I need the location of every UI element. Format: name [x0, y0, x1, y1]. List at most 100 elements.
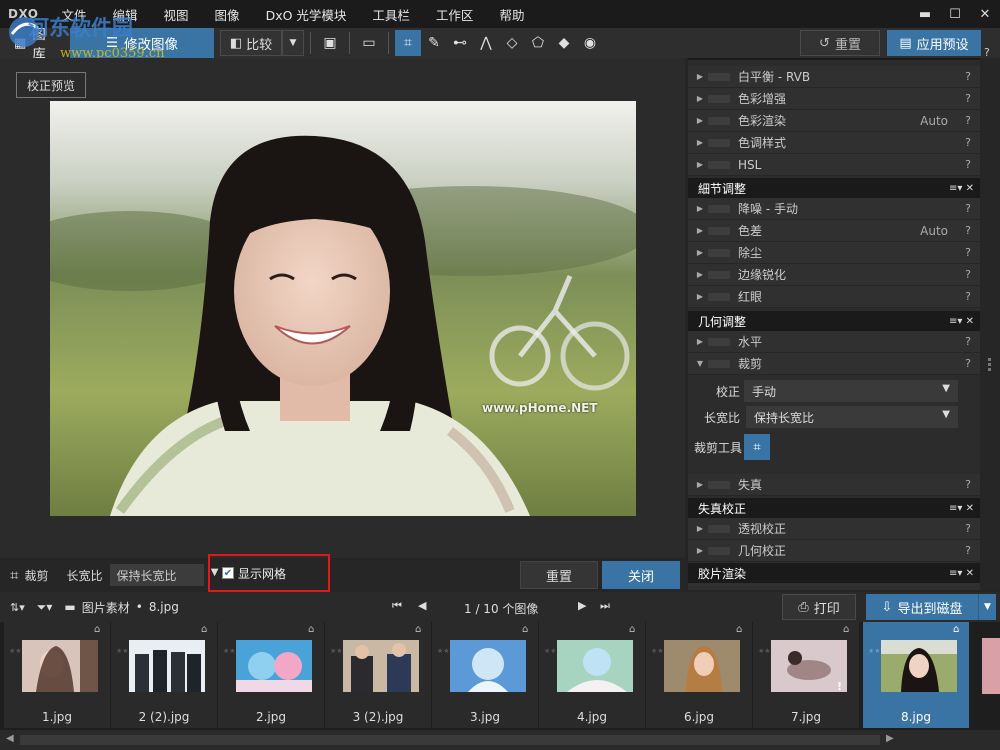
palette-row-crop[interactable]: ▼ 裁剪 ? [688, 353, 980, 375]
palette-row-vibrancy[interactable]: ▶ 色彩增强 ? [688, 88, 980, 110]
toggle-switch[interactable] [708, 270, 730, 279]
palette-row-noise[interactable]: ▶ 降噪 - 手动 ? [688, 198, 980, 220]
eyedropper-icon[interactable]: ✎ [421, 30, 447, 56]
section-menu-icon[interactable]: ≡▾ ✕ [949, 316, 980, 327]
palette-row-horizon[interactable]: ▶ 水平 ? [688, 331, 980, 353]
expand-icon[interactable]: ▶ [692, 72, 708, 81]
help-icon[interactable]: ? [960, 478, 976, 491]
rating-stars[interactable]: ★★★★★ [223, 646, 254, 656]
export-dropdown-button[interactable]: ▼ [978, 594, 996, 620]
palette-row-white-balance[interactable]: ▶ 白平衡 - RVB ? [688, 66, 980, 88]
correction-select[interactable]: 手动 ▼ [744, 380, 958, 402]
rating-stars[interactable]: ★★★★★ [9, 646, 40, 656]
section-detail-header[interactable]: 細节调整 ≡▾ ✕ [688, 178, 980, 198]
help-icon[interactable]: ? [960, 335, 976, 348]
expand-icon[interactable]: ▶ [692, 204, 708, 213]
compare-dropdown[interactable]: ▼ [282, 30, 304, 56]
correction-preview-button[interactable]: 校正预览 [16, 72, 86, 98]
section-distortion-header[interactable]: 失真校正 ≡▾ ✕ [688, 498, 980, 518]
print-button[interactable]: ⎙ 打印 [782, 594, 856, 620]
help-icon[interactable]: ? [960, 114, 976, 127]
crop-reset-button[interactable]: 重置 [520, 561, 598, 589]
menu-toolbar[interactable]: 工具栏 [359, 5, 423, 24]
palette-row-distortion[interactable]: ▶ 失真 ? [688, 474, 980, 496]
menu-view[interactable]: 视图 [151, 5, 202, 24]
rating-stars[interactable]: ★★★★★ [544, 646, 575, 656]
help-icon[interactable]: ? [960, 357, 976, 370]
toggle-switch[interactable] [708, 204, 730, 213]
expand-icon[interactable]: ▶ [692, 226, 708, 235]
eraser-icon[interactable]: ◆ [551, 30, 577, 56]
palette-row-style-toning[interactable]: ▶ 色调样式 ? [688, 132, 980, 154]
expand-icon[interactable]: ▶ [692, 270, 708, 279]
crop-icon[interactable]: ⌗ [395, 30, 421, 56]
thumbnail[interactable]: ★★★★★ ⌂ 3 (2).jpg [325, 622, 431, 728]
toggle-switch[interactable] [708, 160, 730, 169]
section-menu-icon[interactable]: ≡▾ ✕ [949, 183, 980, 194]
section-menu-icon[interactable]: ≡▾ ✕ [949, 503, 980, 514]
palette-row-perspective[interactable]: ▶ 透视校正 ? [688, 518, 980, 540]
help-icon[interactable]: ? [960, 246, 976, 259]
sort-icon[interactable]: ⇅▾ [10, 601, 25, 614]
fullscreen-icon[interactable]: ▭ [356, 30, 382, 56]
expand-icon[interactable]: ▶ [692, 138, 708, 147]
minimize-button[interactable]: ▬ [910, 0, 940, 28]
thumbnail[interactable]: ★★★★★ ⌂ 1.jpg [4, 622, 110, 728]
menu-workspace[interactable]: 工作区 [423, 5, 487, 24]
expand-icon[interactable]: ▶ [692, 524, 708, 533]
menu-optics-modules[interactable]: DxO 光学模块 [253, 5, 360, 24]
menu-help[interactable]: 帮助 [486, 5, 537, 24]
expand-icon[interactable]: ▶ [692, 292, 708, 301]
toggle-switch[interactable] [708, 292, 730, 301]
thumbnail-selected[interactable]: ★★★★★ ⌂ 8.jpg [863, 622, 969, 728]
section-menu-icon[interactable]: ≡▾ ✕ [949, 568, 980, 579]
panel-scrollbar[interactable] [980, 58, 1000, 590]
filmstrip-scrollbar[interactable]: ◀ ▶ [0, 730, 1000, 750]
eye-icon[interactable]: ◉ [577, 30, 603, 56]
crop-tool-icon[interactable]: ⌗ [10, 566, 18, 584]
help-icon[interactable]: ? [960, 202, 976, 215]
palette-row-red-eye[interactable]: ▶ 红眼 ? [688, 286, 980, 308]
toggle-switch[interactable] [708, 359, 730, 368]
export-to-disk-button[interactable]: ⇩ 导出到磁盘 [866, 594, 978, 620]
scroll-track[interactable] [20, 735, 880, 745]
help-icon[interactable]: ? [960, 544, 976, 557]
palette-row-color-rendering[interactable]: ▶ 色彩渲染 Auto ? [688, 110, 980, 132]
expand-icon[interactable]: ▶ [692, 116, 708, 125]
expand-icon[interactable]: ▶ [692, 160, 708, 169]
apply-preset-button[interactable]: ▤ 应用预设 [887, 30, 981, 56]
compare-button[interactable]: ◧ 比较 [220, 30, 282, 56]
toggle-switch[interactable] [708, 116, 730, 125]
help-icon[interactable]: ? [960, 522, 976, 535]
rating-stars[interactable]: ★★★★★ [330, 646, 361, 656]
toggle-switch[interactable] [708, 72, 730, 81]
shape-icon[interactable]: ◇ [499, 30, 525, 56]
expand-icon[interactable]: ▶ [692, 546, 708, 555]
reset-button[interactable]: ↺ 重置 [800, 30, 880, 56]
palette-row-chromatic[interactable]: ▶ 色差 Auto ? [688, 220, 980, 242]
toggle-switch[interactable] [708, 524, 730, 533]
collapse-icon[interactable]: ▼ [692, 359, 708, 368]
crop-tool-button[interactable]: ⌗ [744, 434, 770, 460]
filter-icon[interactable]: ⏷▾ [37, 600, 53, 615]
close-window-button[interactable]: ✕ [970, 0, 1000, 28]
show-grid-toggle[interactable]: ✔ 显示网格 [208, 554, 330, 592]
thumbnail[interactable]: ★★★★★ ⌂ 6.jpg [646, 622, 752, 728]
scroll-left-icon[interactable]: ◀ [6, 733, 14, 744]
toggle-switch[interactable] [708, 138, 730, 147]
thumbnail-partial[interactable] [982, 638, 1000, 694]
previous-image-button[interactable]: ◀ [418, 599, 426, 612]
compare-view-icon[interactable]: ▣ [317, 30, 343, 56]
palette-row-hsl[interactable]: ▶ HSL ? [688, 154, 980, 176]
expand-icon[interactable]: ▶ [692, 248, 708, 257]
crop-close-button[interactable]: 关闭 [602, 561, 680, 589]
maximize-button[interactable]: ☐ [940, 0, 970, 28]
main-photo[interactable]: www.pHome.NET [50, 101, 636, 516]
toggle-switch[interactable] [708, 226, 730, 235]
first-image-button[interactable]: ⏮ [392, 599, 402, 613]
help-icon[interactable]: ? [960, 92, 976, 105]
toggle-switch[interactable] [708, 94, 730, 103]
section-film-header[interactable]: 胶片渲染 ≡▾ ✕ [688, 563, 980, 583]
section-geometry-header[interactable]: 几何调整 ≡▾ ✕ [688, 311, 980, 331]
rating-stars[interactable]: ★★★★★ [868, 646, 899, 656]
